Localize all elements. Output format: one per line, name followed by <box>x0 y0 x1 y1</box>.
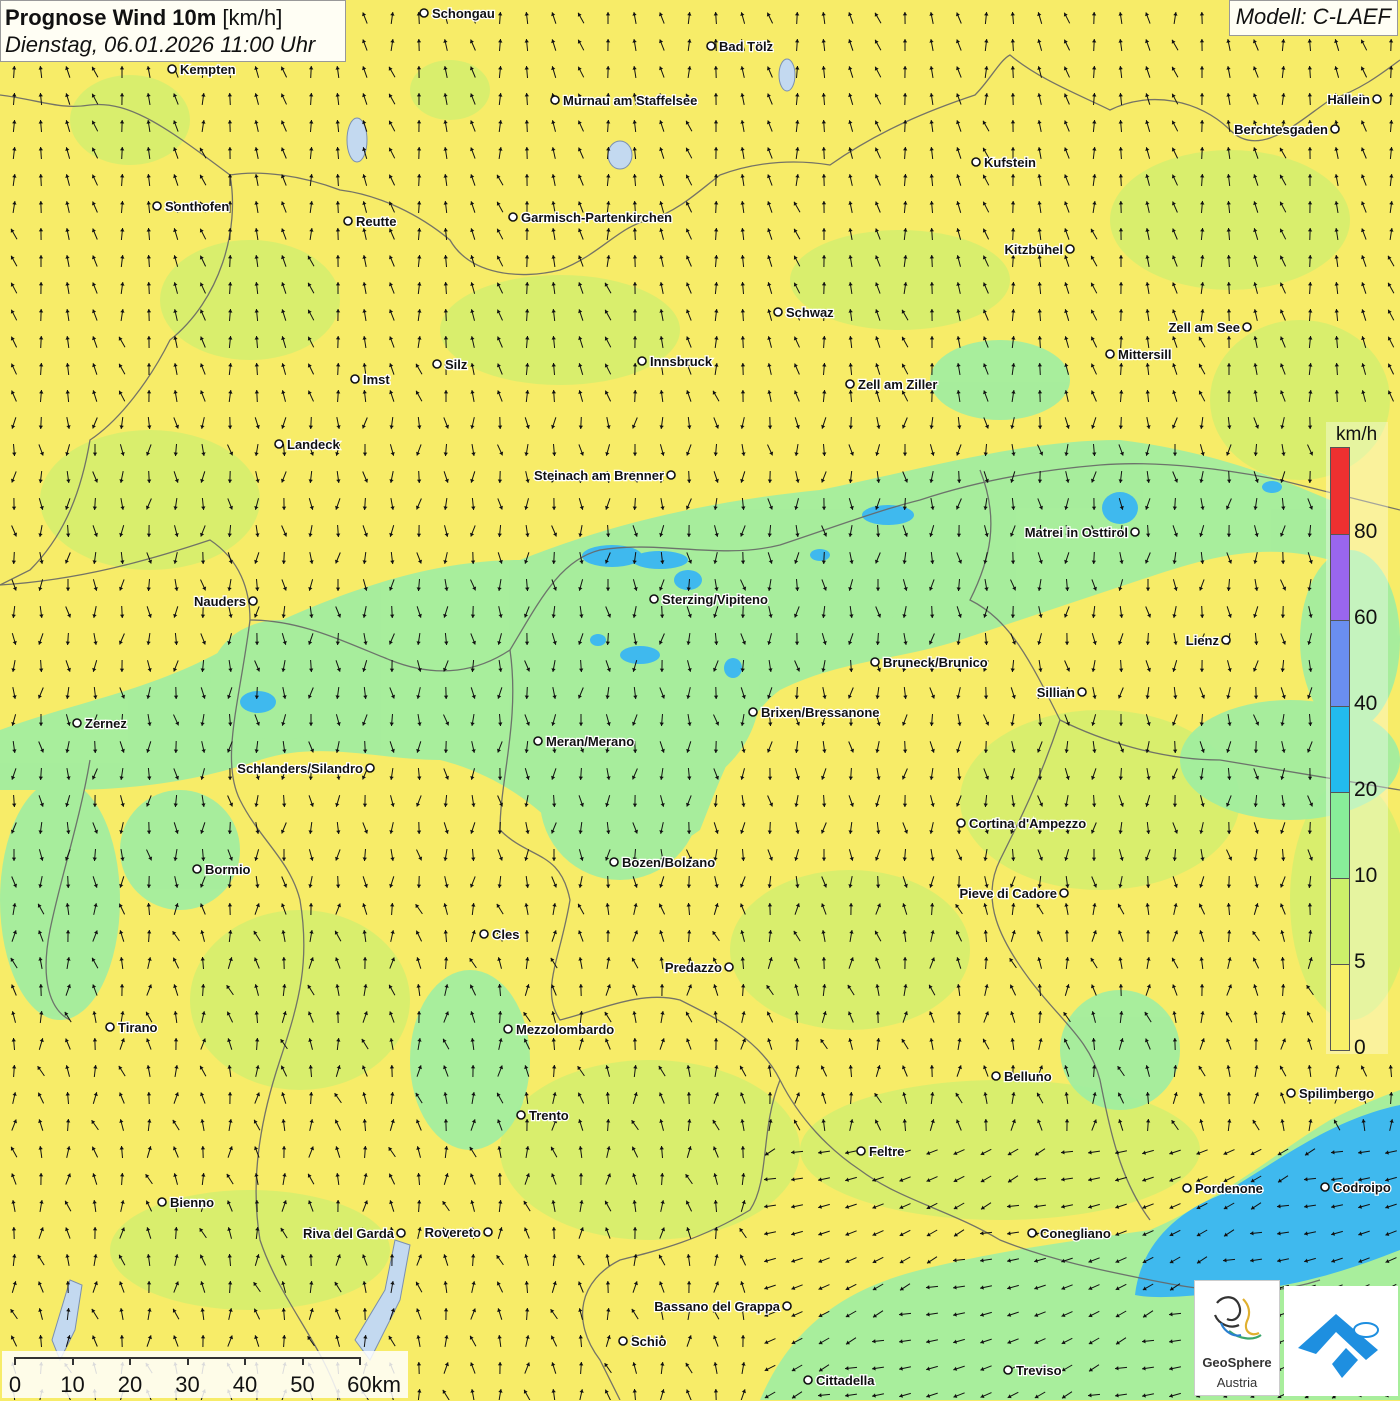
wind-map: SchongauBad TölzKemptenMurnau am Staffel… <box>0 0 1400 1400</box>
